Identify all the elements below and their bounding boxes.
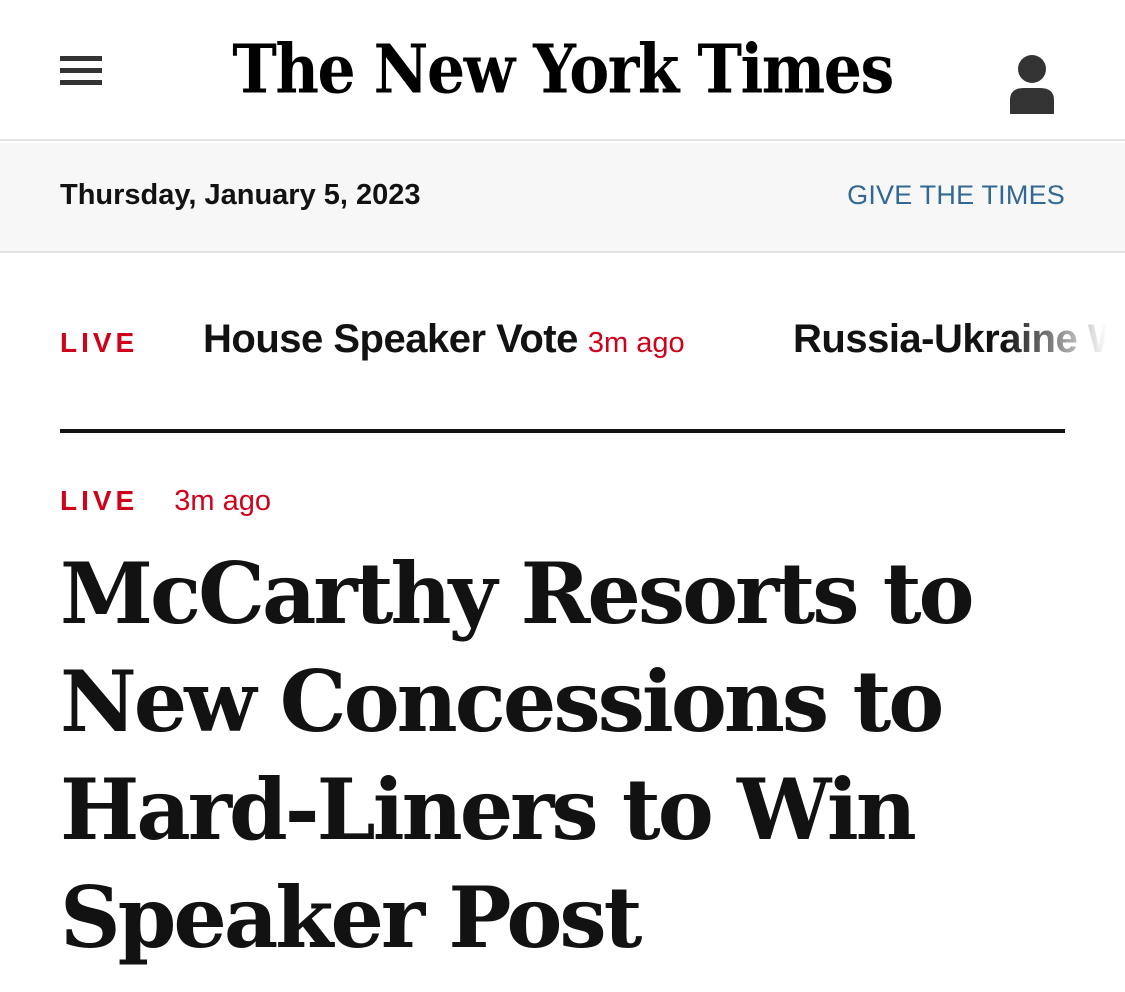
hamburger-menu-icon-bar bbox=[60, 80, 102, 85]
live-ticker: LIVE House Speaker Vote 3m ago Russia-Ukr… bbox=[0, 255, 1125, 431]
section-divider bbox=[60, 429, 1065, 433]
hamburger-menu-icon-bar bbox=[60, 68, 102, 73]
menu-button[interactable] bbox=[56, 52, 106, 92]
give-the-times-link[interactable]: GIVE THE TIMES bbox=[847, 180, 1065, 211]
story-headline[interactable]: McCarthy Resorts to New Concessions to H… bbox=[60, 540, 1070, 972]
ticker-item-house-speaker-vote[interactable]: House Speaker Vote 3m ago bbox=[203, 317, 685, 362]
ticker-item-time: 3m ago bbox=[587, 327, 685, 359]
ticker-live-label: LIVE bbox=[60, 327, 139, 358]
nyt-logo[interactable]: The New York Times bbox=[232, 16, 894, 124]
current-date: Thursday, January 5, 2023 bbox=[60, 179, 421, 211]
ticker-item-label: Russia-Ukraine War bbox=[793, 317, 1125, 361]
date-bar: Thursday, January 5, 2023 GIVE THE TIMES bbox=[0, 143, 1125, 253]
ticker-item-label: House Speaker Vote bbox=[203, 317, 578, 361]
masthead: The New York Times bbox=[0, 0, 1125, 141]
story-meta: LIVE 3m ago bbox=[60, 485, 271, 518]
page: The New York Times Thursday, January 5, … bbox=[0, 0, 1125, 992]
user-account-icon bbox=[1010, 55, 1054, 114]
story-live-label: LIVE bbox=[60, 485, 139, 516]
hamburger-menu-icon bbox=[60, 56, 102, 61]
ticker-item-russia-ukraine[interactable]: Russia-Ukraine War bbox=[793, 317, 1125, 362]
account-button[interactable] bbox=[1004, 52, 1060, 116]
story-timestamp: 3m ago bbox=[174, 485, 271, 517]
